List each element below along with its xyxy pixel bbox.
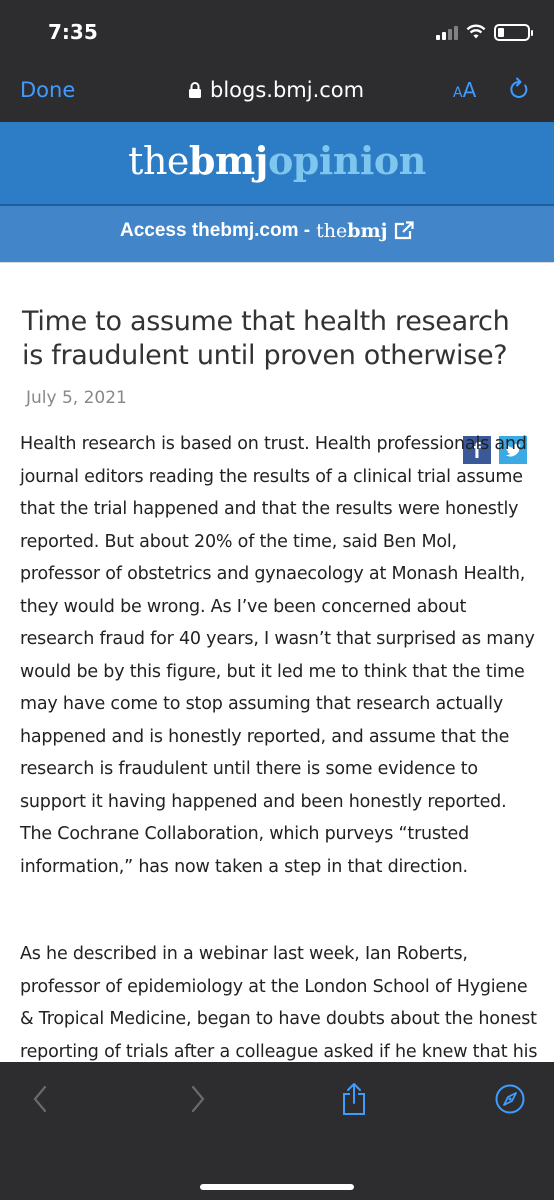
forward-button[interactable] [168, 1074, 228, 1124]
home-indicator [200, 1184, 354, 1190]
browser-toolbar [0, 1062, 554, 1200]
share-icon [343, 1083, 365, 1115]
access-text: Access thebmj.com - [120, 220, 311, 241]
done-button[interactable]: Done [20, 78, 75, 102]
lock-icon [189, 82, 201, 98]
back-icon [33, 1085, 47, 1113]
safari-button[interactable] [480, 1074, 540, 1124]
battery-icon [494, 23, 533, 41]
access-brand-the: the [316, 220, 348, 242]
text-size-button[interactable]: AA [453, 78, 476, 102]
url-bar[interactable]: blogs.bmj.com [188, 78, 364, 102]
site-header: thebmjopinion [0, 122, 554, 204]
logo-the: the [128, 139, 189, 183]
url-text: blogs.bmj.com [210, 78, 365, 102]
share-button[interactable] [324, 1074, 384, 1124]
article-header: Time to assume that health research is f… [22, 305, 534, 373]
forward-icon [191, 1085, 205, 1113]
browser-chrome: 7:35 Done blogs.bmj.com AA [0, 0, 554, 122]
signal-icon [436, 24, 458, 40]
bmj-opinion-logo[interactable]: thebmjopinion [0, 138, 554, 183]
reload-icon[interactable] [508, 76, 530, 102]
status-time: 7:35 [48, 20, 98, 44]
access-bmj-link[interactable]: Access thebmj.com - thebmj [120, 220, 415, 242]
wifi-icon [466, 24, 486, 39]
external-link-icon [395, 221, 415, 240]
aa-small: A [453, 85, 463, 101]
logo-opinion: opinion [267, 138, 426, 183]
status-icons [436, 22, 533, 42]
article-date: July 5, 2021 [26, 388, 127, 408]
back-button[interactable] [10, 1074, 70, 1124]
logo-bmj: bmj [188, 138, 269, 183]
compass-icon [495, 1084, 525, 1114]
access-brand: thebmj [316, 220, 387, 242]
access-brand-bmj: bmj [347, 220, 388, 242]
access-bar: Access thebmj.com - thebmj [0, 206, 554, 263]
aa-large: A [462, 78, 477, 102]
article-title: Time to assume that health research is f… [22, 306, 510, 371]
article-paragraph-1: Health research is based on trust. Healt… [20, 434, 535, 877]
